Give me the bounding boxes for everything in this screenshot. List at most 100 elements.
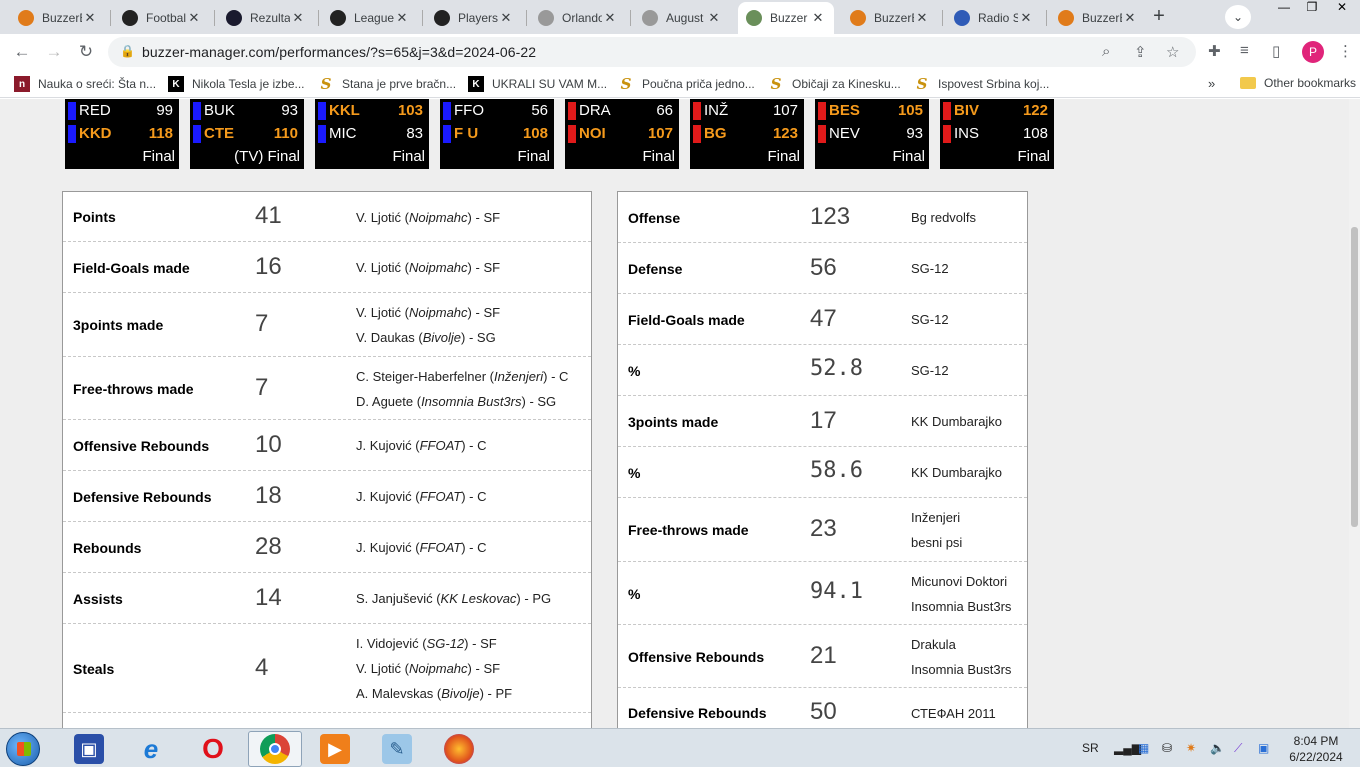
leader-player[interactable]: V. Ljotić (Noipmahc) - SF <box>356 205 500 230</box>
player-team[interactable]: Bivolje <box>441 686 479 701</box>
bookmark-item[interactable]: S Ispovest Srbina koj... <box>914 75 1050 93</box>
leader-player[interactable]: V. Ljotić (Noipmahc) - SF <box>356 255 500 280</box>
profile-avatar[interactable]: P <box>1302 41 1324 63</box>
player-name[interactable]: J. Kujović <box>356 540 412 555</box>
browser-tab[interactable]: Players ✕ <box>426 4 522 32</box>
bookmark-item[interactable]: K UKRALI SU VAM M... <box>468 76 607 92</box>
player-team[interactable]: Insomnia Bust3rs <box>421 394 521 409</box>
player-name[interactable]: V. Ljotić <box>356 661 401 676</box>
reload-button[interactable]: ↻ <box>74 40 98 64</box>
browser-tab[interactable]: League ✕ <box>322 4 418 32</box>
side-panel-icon[interactable]: ▯ <box>1272 42 1280 60</box>
player-team[interactable]: Bivolje <box>423 330 461 345</box>
taskbar-app-media[interactable]: ▶ <box>308 731 362 767</box>
browser-tab[interactable]: BuzzerB✕ <box>1050 4 1146 32</box>
player-name[interactable]: V. Ljotić <box>356 210 401 225</box>
forward-button[interactable]: → <box>42 40 66 64</box>
tab-close-icon[interactable]: ✕ <box>914 10 930 26</box>
leader-player[interactable]: V. Daukas (Bivolje) - SG <box>356 325 496 350</box>
restore-button[interactable]: ❐ <box>1298 0 1326 16</box>
start-button[interactable] <box>6 732 40 766</box>
leader-team[interactable]: KK Dumbarajko <box>911 460 1002 485</box>
taskbar-app-ie[interactable]: e <box>124 731 178 767</box>
back-button[interactable]: ← <box>10 40 34 64</box>
media-controls-icon[interactable]: ≡ <box>1240 42 1249 59</box>
close-window-button[interactable]: ✕ <box>1328 0 1356 16</box>
language-indicator[interactable]: SR <box>1082 741 1099 755</box>
volume-icon[interactable]: 🔈 <box>1210 741 1225 755</box>
player-team[interactable]: FFOAT <box>420 489 462 504</box>
leader-team[interactable]: СТЕФАН 2011 <box>911 701 996 726</box>
leader-team[interactable]: Micunovi Doktori <box>911 569 1007 594</box>
player-team[interactable]: Noipmahc <box>409 305 468 320</box>
leader-player[interactable]: J. Kujović (FFOAT) - C <box>356 535 487 560</box>
browser-tab[interactable]: Footbal ✕ <box>114 4 210 32</box>
player-team[interactable]: Noipmahc <box>409 661 468 676</box>
player-name[interactable]: I. Vidojević <box>356 636 419 651</box>
score-box[interactable]: RED 99 KKD 118 Final <box>65 99 179 169</box>
leader-player[interactable]: A. Malevskas (Bivolje) - PF <box>356 681 512 706</box>
bookmark-item[interactable]: n Nauka o sreći: Šta n... <box>14 76 156 92</box>
leader-player[interactable]: C. Steiger-Haberfelner (Inženjeri) - C <box>356 364 568 389</box>
browser-tab[interactable]: Orlando ✕ <box>530 4 626 32</box>
browser-tab[interactable]: BuzzerB✕ <box>10 4 106 32</box>
player-name[interactable]: J. Kujović <box>356 489 412 504</box>
tab-close-icon[interactable]: ✕ <box>602 10 618 26</box>
leader-player[interactable]: I. Vidojević (SG-12) - SF <box>356 631 497 656</box>
other-bookmarks-folder[interactable]: Other bookmarks <box>1240 76 1356 90</box>
leader-player[interactable]: J. Kujović (FFOAT) - C <box>356 484 487 509</box>
page-scrollbar[interactable] <box>1349 99 1360 728</box>
player-team[interactable]: SG-12 <box>427 636 465 651</box>
player-name[interactable]: C. Steiger-Haberfelner <box>356 369 486 384</box>
player-name[interactable]: A. Malevskas <box>356 686 433 701</box>
leader-player[interactable]: S. Janjušević (KK Leskovac) - PG <box>356 586 551 611</box>
browser-tab[interactable]: Rezultat ✕ <box>218 4 314 32</box>
player-team[interactable]: Inženjeri <box>494 369 543 384</box>
leader-team[interactable]: SG-12 <box>911 307 949 332</box>
player-team[interactable]: Noipmahc <box>409 210 468 225</box>
player-name[interactable]: S. Janjušević <box>356 591 433 606</box>
player-name[interactable]: V. Daukas <box>356 330 415 345</box>
player-name[interactable]: V. Ljotić <box>356 260 401 275</box>
tab-close-icon[interactable]: ✕ <box>810 10 826 26</box>
score-box[interactable]: BES 105 NEV 93 Final <box>815 99 929 169</box>
signal-icon[interactable]: ▂▄▆ <box>1114 741 1141 755</box>
leader-team[interactable]: Bg redvolfs <box>911 205 976 230</box>
notification-icon[interactable]: ▣ <box>1258 741 1269 755</box>
score-box[interactable]: FFO 56 F U 108 Final <box>440 99 554 169</box>
leader-player[interactable]: V. Ljotić (Noipmahc) - SF <box>356 300 500 325</box>
player-team[interactable]: Noipmahc <box>409 260 468 275</box>
score-box[interactable]: INŽ 107 BG 123 Final <box>690 99 804 169</box>
leader-player[interactable]: V. Ljotić (Noipmahc) - SF <box>356 656 500 681</box>
leader-team[interactable]: KK Dumbarajko <box>911 409 1002 434</box>
leader-player[interactable]: J. Kujović (FFOAT) - C <box>356 433 487 458</box>
leader-team[interactable]: SG-12 <box>911 256 949 281</box>
browser-tab[interactable]: BuzzerB✕ <box>842 4 938 32</box>
network-icon[interactable]: ⛁ <box>1162 741 1172 755</box>
address-bar[interactable]: 🔒 buzzer-manager.com/performances/?s=65&… <box>108 37 1196 67</box>
leader-team[interactable]: Inženjeri <box>911 505 960 530</box>
tab-close-icon[interactable]: ✕ <box>394 10 410 26</box>
tab-close-icon[interactable]: ✕ <box>82 10 98 26</box>
menu-icon[interactable]: ⋮ <box>1338 42 1353 60</box>
player-team[interactable]: FFOAT <box>420 438 462 453</box>
player-name[interactable]: D. Aguete <box>356 394 413 409</box>
tab-close-icon[interactable]: ✕ <box>1122 10 1138 26</box>
tab-close-icon[interactable]: ✕ <box>290 10 306 26</box>
taskbar-app-save[interactable]: ▣ <box>62 731 116 767</box>
apps-grid-icon[interactable]: ▦ <box>1138 741 1149 755</box>
taskbar-app-notes[interactable]: ✎ <box>370 731 424 767</box>
pen-icon[interactable]: ⟋ <box>1234 741 1242 756</box>
leader-team[interactable]: besni psi <box>911 530 962 555</box>
clock[interactable]: 8:04 PM 6/22/2024 <box>1286 733 1346 765</box>
leader-team[interactable]: Drakula <box>911 632 956 657</box>
score-box[interactable]: BUK 93 CTE 110 (TV) Final <box>190 99 304 169</box>
zoom-icon[interactable]: ⌕ <box>1102 43 1110 60</box>
extensions-icon[interactable]: ✚ <box>1208 42 1221 60</box>
share-icon[interactable]: ⇪ <box>1134 43 1147 61</box>
score-box[interactable]: BIV 122 INS 108 Final <box>940 99 1054 169</box>
tab-search-button[interactable]: ⌄ <box>1225 5 1251 29</box>
taskbar-app-firefox[interactable] <box>432 731 486 767</box>
tab-close-icon[interactable]: ✕ <box>498 10 514 26</box>
minimize-button[interactable]: — <box>1270 0 1298 16</box>
